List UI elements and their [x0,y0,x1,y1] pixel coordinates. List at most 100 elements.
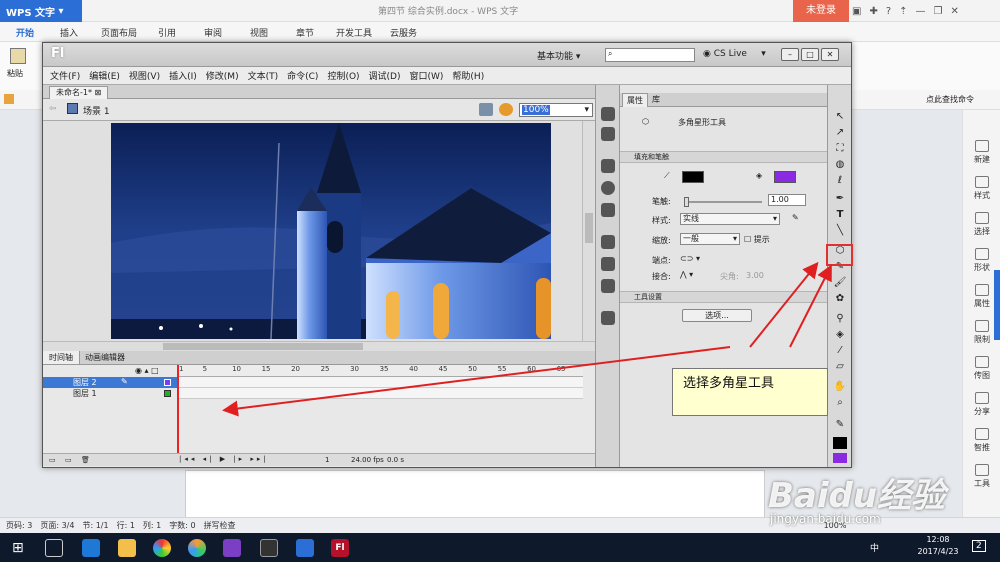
stage-area[interactable] [43,121,595,341]
eyedropper-tool-icon[interactable]: ⁄ [832,343,848,358]
start-icon[interactable]: ⊞ [12,539,30,557]
sidebar-collapse-handle[interactable] [994,270,1000,340]
explorer-icon[interactable] [118,539,136,557]
tab-timeline[interactable]: 时间轴 [43,351,80,364]
delete-layer-icon[interactable]: 🗑 [81,456,90,464]
browser-icon[interactable] [188,539,206,557]
edit-scene-icon[interactable] [479,103,493,116]
paste-icon[interactable] [10,48,26,64]
info-panel-icon[interactable] [601,181,615,195]
stroke-color-swatch[interactable] [682,171,704,183]
stroke-color-chip[interactable] [833,437,847,449]
zoom-select[interactable]: 100% ▾ [519,103,593,117]
layer-row-1[interactable]: 图层 1 [43,388,583,399]
playhead[interactable] [177,365,179,453]
flash-close-button[interactable]: ✕ [821,48,839,61]
pen-tool-icon[interactable]: ✒ [832,191,848,206]
layer-color-swatch[interactable] [164,390,171,397]
menu-view[interactable]: 视图(V) [129,69,160,82]
menu-help[interactable]: 帮助(H) [452,69,484,82]
flash-maximize-button[interactable]: □ [801,48,819,61]
paste-label[interactable]: 粘贴 [7,68,23,79]
motion-presets-icon[interactable] [601,279,615,293]
edge-icon[interactable] [82,539,100,557]
sidebar-item-smart[interactable]: 智推 [963,428,1000,453]
menu-debug[interactable]: 调试(D) [369,69,401,82]
layer-frames[interactable] [179,388,583,399]
restore-icon[interactable]: ❐ [934,6,943,17]
new-layer-icon[interactable]: ▭ [49,456,56,464]
zoom-tool-icon[interactable]: ⌕ [832,395,848,410]
help-icon[interactable]: ? [886,6,891,17]
scroll-thumb[interactable] [163,343,363,350]
swatches-panel-icon[interactable] [601,127,615,141]
tab-insert[interactable]: 插入 [60,26,78,39]
line-tool-icon[interactable]: ╲ [832,223,848,238]
deco-tool-icon[interactable]: ✿ [832,291,848,306]
scale-select[interactable]: 一般 ▾ [680,233,740,245]
hint-checkbox[interactable]: ☐ 提示 [744,234,770,245]
taskbar-clock[interactable]: 12:08 2017/4/23 [908,534,968,558]
sidebar-item-tools[interactable]: 工具 [963,464,1000,489]
wps-app-menu[interactable]: WPS 文字 ▾ [0,0,82,22]
bone-tool-icon[interactable]: ⚲ [832,311,848,326]
tab-cloud[interactable]: 云服务 [390,26,417,39]
layer-row-2[interactable]: 图层 2 ✎ [43,377,583,388]
tab-review[interactable]: 审阅 [204,26,222,39]
sidebar-item-upload-image[interactable]: 传图 [963,356,1000,381]
stroke-width-input[interactable]: 1.00 [768,194,806,206]
text-tool-icon[interactable]: T [832,207,848,222]
code-snippets-icon[interactable] [601,235,615,249]
new-folder-icon[interactable]: ▭ [65,456,72,464]
visual-studio-icon[interactable] [223,539,241,557]
sidebar-item-select[interactable]: 选择 [963,212,1000,237]
frame-rate[interactable]: 24.00 fps [351,456,384,464]
slider-handle[interactable] [684,197,689,207]
workspace-switcher[interactable]: 基本功能 ▾ [537,49,580,62]
document-tab[interactable]: 未命名-1* ⊠ [49,86,109,99]
command-search[interactable]: 点此查找命令 [926,94,974,105]
tab-motion-editor[interactable]: 动画编辑器 [85,352,125,363]
menu-window[interactable]: 窗口(W) [410,69,444,82]
subselection-tool-icon[interactable]: ↗ [832,125,848,140]
stroke-color-tool-icon[interactable]: ✎ [832,417,848,432]
fill-stroke-section-header[interactable]: 填充和笔触 [620,151,828,163]
menu-file[interactable]: 文件(F) [50,69,80,82]
frame-ruler[interactable]: 1 5 10 15 20 25 30 35 40 45 50 55 60 65 [179,365,583,377]
stage-horizontal-scrollbar[interactable] [43,341,595,351]
menu-insert[interactable]: 插入(I) [169,69,197,82]
paint-bucket-tool-icon[interactable]: ◈ [832,327,848,342]
shirt-icon[interactable]: ✚ [869,6,877,17]
tool-settings-section-header[interactable]: 工具设置 [620,291,828,303]
tab-home[interactable]: 开始 [16,26,34,39]
outline-icon[interactable]: □ [151,366,159,375]
playback-controls[interactable]: |◂◂ ◂| ▶ |▸ ▸▸| [179,455,269,463]
eye-icon[interactable]: ◉ [135,366,142,375]
options-button[interactable]: 选项... [682,309,752,322]
terminal-icon[interactable] [260,539,278,557]
flash-minimize-button[interactable]: – [781,48,799,61]
menu-text[interactable]: 文本(T) [248,69,279,82]
tab-references[interactable]: 引用 [158,26,176,39]
sidebar-item-new[interactable]: 新建 [963,140,1000,165]
components-icon[interactable] [601,257,615,271]
login-button[interactable]: 未登录 [793,0,849,22]
stroke-slider[interactable] [684,197,762,207]
close-tab-icon[interactable]: ⊠ [95,88,102,97]
close-icon[interactable]: ✕ [951,6,959,17]
edit-style-pencil-icon[interactable]: ✎ [792,213,799,222]
skin-icon[interactable]: ▣ [852,6,861,17]
hand-tool-icon[interactable]: ✋ [832,379,848,394]
brush-tool-icon[interactable]: 🖌 [832,275,848,290]
eraser-tool-icon[interactable]: ▱ [832,359,848,374]
tab-view[interactable]: 视图 [250,26,268,39]
document-page[interactable] [185,470,765,520]
free-transform-tool-icon[interactable]: ⛶ [832,141,848,156]
sidebar-item-style[interactable]: 样式 [963,176,1000,201]
lock-icon[interactable]: ▴ [145,366,149,375]
minimize-icon[interactable]: — [916,6,926,17]
task-view-icon[interactable] [45,539,63,557]
transform-panel-icon[interactable] [601,203,615,217]
tab-library[interactable]: 库 [652,94,660,105]
notification-badge[interactable]: 2 [972,540,986,552]
